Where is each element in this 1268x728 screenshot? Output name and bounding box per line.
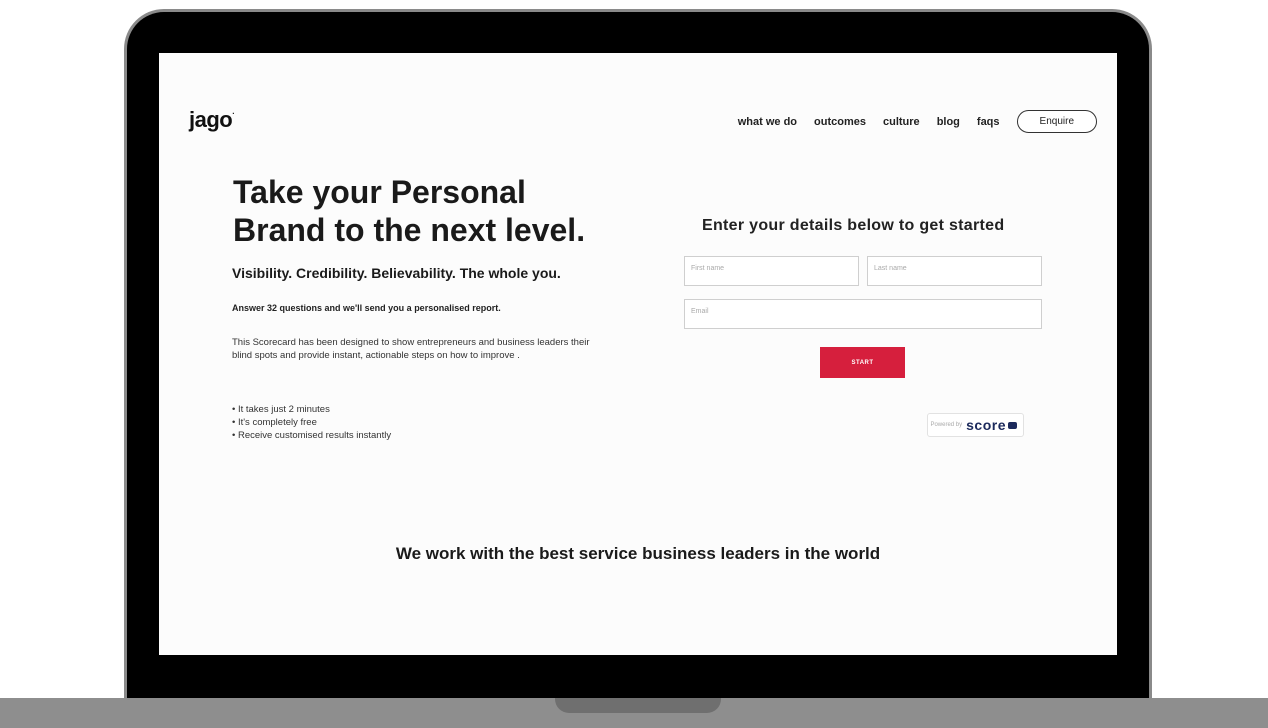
nav-what-we-do[interactable]: what we do (738, 116, 797, 128)
main-nav: what we do outcomes culture blog faqs En… (738, 110, 1097, 133)
form-title: Enter your details below to get started (702, 217, 1005, 234)
nav-blog[interactable]: blog (937, 116, 960, 128)
benefit-list: • It takes just 2 minutes • It's complet… (232, 403, 391, 442)
jago-logo[interactable]: jago. (189, 107, 234, 133)
start-button[interactable]: START (820, 347, 905, 378)
hero-tagline: Visibility. Credibility. Believability. … (232, 265, 561, 281)
first-name-field[interactable]: First name (684, 256, 859, 286)
email-field[interactable]: Email (684, 299, 1042, 329)
benefit-item: • It takes just 2 minutes (232, 404, 330, 415)
laptop-notch (555, 698, 721, 713)
laptop-screen: jago. what we do outcomes culture blog f… (159, 53, 1117, 655)
last-name-field[interactable]: Last name (867, 256, 1042, 286)
enquire-button[interactable]: Enquire (1016, 110, 1097, 133)
logo-mark: . (232, 107, 234, 116)
benefit-text: It takes just 2 minutes (237, 404, 330, 415)
hero-title: Take your Personal Brand to the next lev… (233, 174, 586, 248)
benefit-text: Receive customised results instantly (237, 430, 392, 441)
hero-subline: Answer 32 questions and we'll send you a… (232, 303, 501, 313)
benefit-text: It's completely free (237, 417, 317, 428)
benefit-item: • Receive customised results instantly (232, 430, 392, 441)
score-logo: score (966, 417, 1006, 433)
hero-description: This Scorecard has been designed to show… (232, 337, 590, 361)
nav-faqs[interactable]: faqs (977, 116, 1000, 128)
benefit-item: • It's completely free (232, 417, 317, 428)
score-logo-icon (1008, 421, 1017, 429)
clients-heading: We work with the best service business l… (395, 544, 881, 563)
powered-by-badge[interactable]: Powered by score (927, 413, 1024, 437)
nav-outcomes[interactable]: outcomes (814, 116, 866, 128)
powered-by-label: Powered by (930, 422, 963, 428)
logo-text: jago (189, 107, 233, 132)
nav-culture[interactable]: culture (883, 116, 920, 128)
